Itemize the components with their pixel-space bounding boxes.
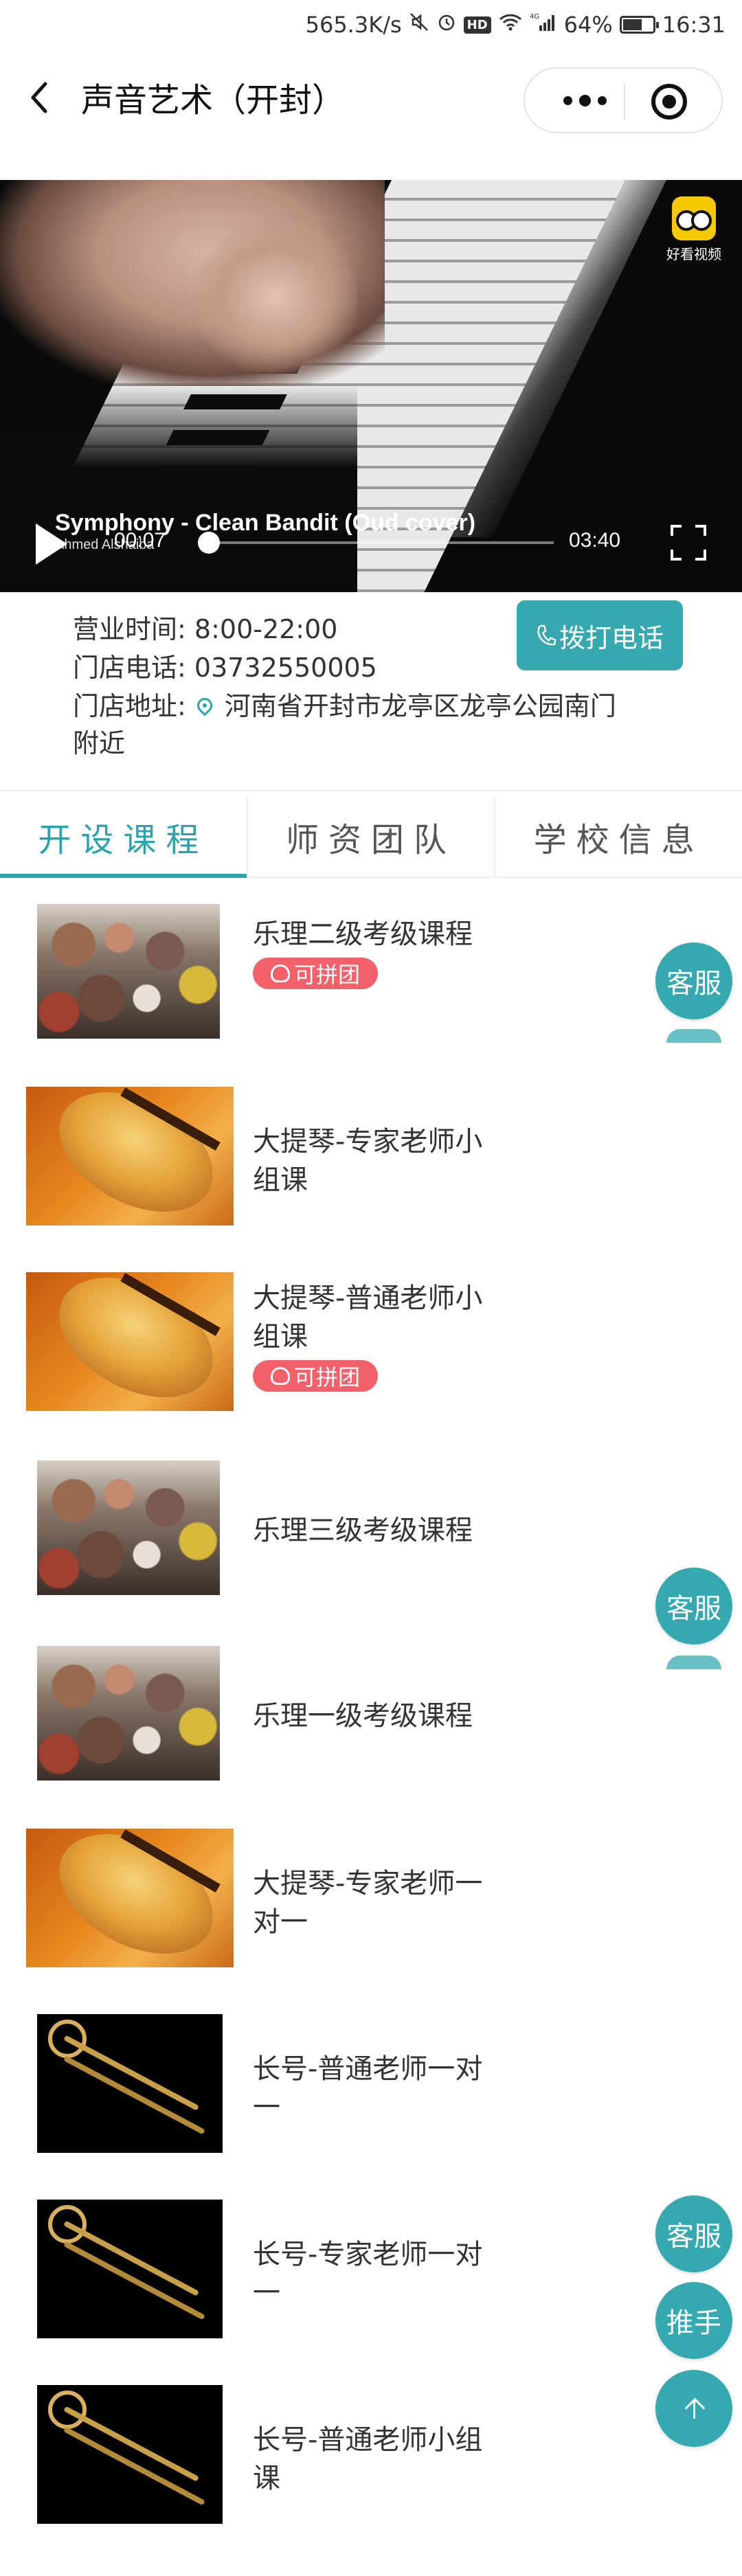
phone-label: 门店电话: — [73, 653, 186, 683]
page-title: 声音艺术（开封） — [81, 81, 346, 120]
floating-button-stub — [666, 1656, 721, 1669]
course-title: 长号-专家老师一对一 — [253, 2239, 483, 2309]
phone-row: 门店电话: 03732550005 — [73, 648, 377, 687]
more-dot-icon — [597, 95, 607, 105]
customer-service-button[interactable]: 客服 — [655, 942, 732, 1019]
course-thumbnail — [26, 1829, 234, 1967]
customer-service-label: 客服 — [666, 1593, 721, 1625]
course-item[interactable]: 大提琴-普通老师小组课可拼团 — [0, 1252, 742, 1437]
course-title: 大提琴-专家老师小组课 — [253, 1126, 483, 1196]
course-thumbnail — [37, 1460, 220, 1595]
signal-type: 4G — [530, 13, 539, 21]
group-buy-badge: 可拼团 — [253, 958, 378, 989]
alarm-icon — [436, 12, 457, 38]
address-row: 门店地址: 河南省开封市龙亭区龙亭公园南门 — [73, 687, 616, 725]
group-icon — [270, 964, 290, 982]
promoter-label: 推手 — [666, 2307, 721, 2339]
tab-courses[interactable]: 开设课程 — [0, 797, 248, 878]
course-title: 乐理一级考级课程 — [253, 1700, 473, 1732]
promoter-button[interactable]: 推手 — [655, 2282, 732, 2359]
course-item[interactable]: 长号-普通老师一对一 — [0, 1993, 742, 2179]
course-thumbnail — [37, 2200, 223, 2338]
course-title: 乐理二级考级课程 — [253, 918, 473, 950]
progress-knob[interactable] — [197, 532, 220, 554]
course-item[interactable]: 乐理二级考级课程可拼团 — [0, 881, 742, 1066]
course-item[interactable]: 长号-专家老师一对一 — [0, 2179, 742, 2364]
mute-icon — [409, 12, 429, 38]
course-item[interactable]: 大提琴-专家老师一对一 — [0, 1808, 742, 1993]
location-icon — [194, 694, 216, 716]
fullscreen-icon[interactable] — [671, 525, 706, 561]
more-button[interactable] — [554, 81, 616, 120]
play-icon[interactable] — [36, 523, 67, 565]
more-dot-icon — [563, 95, 572, 105]
course-thumbnail — [37, 904, 220, 1039]
course-thumbnail — [37, 2014, 223, 2153]
course-item[interactable]: 乐理一级考级课程 — [0, 1623, 742, 1808]
course-thumbnail — [37, 1646, 220, 1781]
capsule-divider — [624, 84, 625, 120]
call-button[interactable]: 拨打电话 — [517, 600, 683, 670]
progress-bar[interactable] — [197, 532, 554, 554]
course-title: 大提琴-专家老师一对一 — [253, 1868, 483, 1938]
tab-teachers[interactable]: 师资团队 — [248, 797, 496, 877]
group-icon — [270, 1367, 290, 1385]
video-source-logo: 好看视频 — [665, 196, 723, 263]
hours-value: 8:00-22:00 — [194, 614, 338, 644]
total-time: 03:40 — [569, 529, 621, 552]
course-item[interactable]: 长号-普通老师小组课 — [0, 2364, 742, 2550]
video-player[interactable]: 好看视频 Ahmed Alshaiba Symphony - Clean Ban… — [0, 180, 742, 592]
course-item[interactable]: 大提琴-专家老师小组课 — [0, 1066, 742, 1252]
tab-bar: 开设课程 师资团队 学校信息 — [0, 797, 742, 878]
call-button-label: 拨打电话 — [559, 622, 664, 653]
hd-badge: HD — [463, 16, 491, 34]
network-speed: 565.3K/s — [305, 12, 402, 38]
address-label: 门店地址: — [73, 691, 186, 721]
section-divider — [0, 790, 742, 791]
haokan-logo-icon — [672, 196, 716, 240]
course-item[interactable]: 乐理三级考级课程 — [0, 1437, 742, 1623]
more-dot-icon — [578, 94, 591, 106]
current-time: 00:07 — [114, 529, 166, 552]
course-title: 乐理三级考级课程 — [253, 1515, 473, 1546]
course-title: 长号-普通老师一对一 — [253, 2053, 483, 2123]
course-title: 长号-普通老师小组课 — [253, 2424, 483, 2494]
clock: 16:31 — [662, 12, 726, 38]
battery-percent: 64% — [563, 12, 613, 38]
phone-value: 03732550005 — [194, 653, 377, 683]
course-thumbnail — [37, 2385, 223, 2524]
floating-button-stub — [666, 1029, 721, 1043]
wifi-icon — [498, 12, 523, 38]
customer-service-button[interactable]: 客服 — [655, 1568, 732, 1645]
status-bar: 565.3K/s HD 4G 64% 16:31 — [0, 0, 742, 49]
logo-text: 好看视频 — [666, 246, 721, 262]
course-thumbnail — [26, 1087, 234, 1225]
battery-fill — [622, 19, 642, 30]
customer-service-button[interactable]: 客服 — [655, 2195, 732, 2272]
cell-signal-icon: 4G — [530, 12, 557, 38]
address-value: 河南省开封市龙亭区龙亭公园南门 — [224, 691, 616, 721]
customer-service-label: 客服 — [666, 968, 721, 999]
group-buy-badge: 可拼团 — [253, 1360, 378, 1392]
address-continued: 附近 — [73, 728, 126, 758]
back-button[interactable] — [23, 77, 58, 118]
phone-icon — [537, 624, 556, 646]
status-right: 565.3K/s HD 4G 64% 16:31 — [306, 10, 726, 40]
course-thumbnail — [26, 1272, 234, 1411]
close-miniprogram-button[interactable] — [651, 84, 687, 120]
video-frame-hand — [192, 221, 357, 372]
miniprogram-capsule — [524, 67, 723, 133]
back-to-top-button[interactable] — [655, 2370, 732, 2447]
hours-label: 营业时间: — [73, 614, 186, 644]
tab-school-info[interactable]: 学校信息 — [495, 797, 742, 877]
battery-icon — [619, 16, 659, 34]
nav-bar: 声音艺术（开封） — [0, 49, 742, 152]
hours-row: 营业时间: 8:00-22:00 — [73, 610, 337, 648]
customer-service-label: 客服 — [666, 2221, 721, 2252]
group-buy-label: 可拼团 — [293, 962, 360, 988]
chevron-left-icon — [31, 82, 47, 113]
course-title: 大提琴-普通老师小组课 — [253, 1283, 483, 1353]
group-buy-label: 可拼团 — [293, 1364, 360, 1390]
arrow-up-icon — [684, 2397, 704, 2420]
